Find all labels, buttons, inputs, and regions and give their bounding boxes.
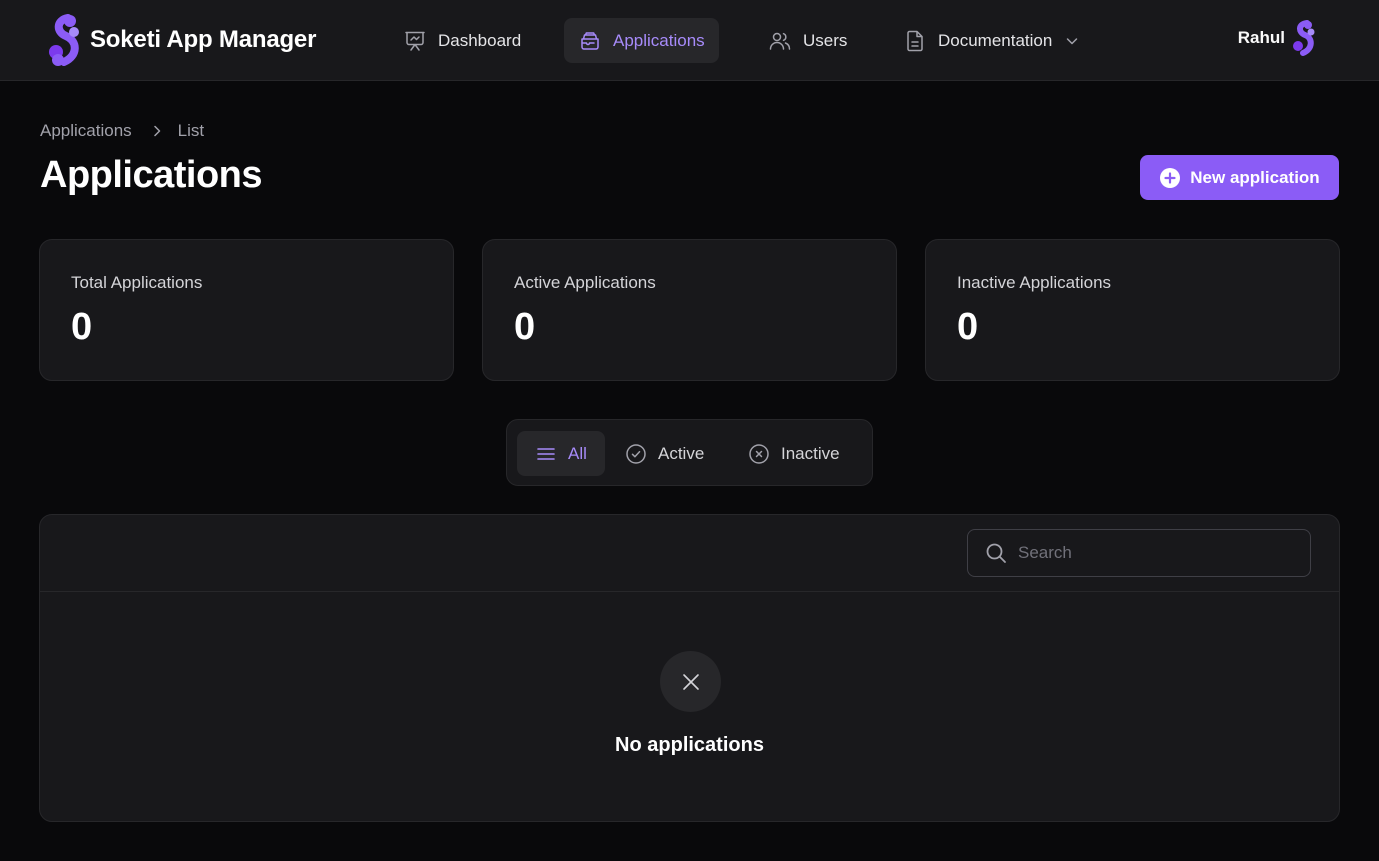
x-circle-icon	[749, 443, 769, 464]
nav-documentation-label: Documentation	[938, 30, 1053, 50]
plus-circle-icon	[1160, 167, 1181, 188]
user-menu[interactable]: Rahul	[1238, 20, 1315, 56]
search-icon	[986, 543, 1006, 563]
brand[interactable]: Soketi App Manager	[48, 14, 316, 66]
nav-applications[interactable]: Applications	[564, 18, 719, 63]
nav-documentation[interactable]: Documentation	[889, 18, 1094, 63]
nav-applications-label: Applications	[613, 30, 705, 50]
user-name: Rahul	[1237, 28, 1285, 47]
tab-active[interactable]: Active	[607, 431, 722, 476]
breadcrumb-current: List	[177, 121, 205, 140]
page-title: Applications	[40, 154, 263, 196]
breadcrumb: Applications List	[40, 121, 204, 141]
stat-card-total: Total Applications 0	[39, 239, 454, 381]
table-toolbar	[40, 515, 1339, 592]
avatar	[1293, 20, 1315, 56]
top-navbar: Soketi App Manager Dashboard Application…	[0, 0, 1379, 81]
chevron-down-icon	[1067, 37, 1078, 44]
tab-inactive-label: Inactive	[781, 443, 840, 463]
new-application-button[interactable]: New application	[1140, 155, 1339, 200]
app-name: Soketi App Manager	[90, 26, 317, 53]
tab-all-label: All	[568, 443, 587, 463]
empty-state-icon-wrap	[660, 651, 721, 712]
stat-value: 0	[71, 306, 93, 348]
users-icon	[769, 32, 791, 50]
stat-card-active: Active Applications 0	[482, 239, 897, 381]
nav-users[interactable]: Users	[754, 18, 861, 63]
check-circle-icon	[626, 443, 646, 464]
search-input[interactable]	[1018, 543, 1298, 563]
stat-value: 0	[957, 306, 979, 348]
bars-icon	[537, 447, 555, 460]
chevron-right-icon	[153, 125, 160, 137]
filter-tabs: All Active Inactive	[506, 419, 873, 486]
search-box[interactable]	[967, 529, 1311, 577]
nav-dashboard-label: Dashboard	[438, 30, 522, 50]
stat-label: Total Applications	[71, 273, 203, 292]
stat-label: Active Applications	[514, 273, 656, 292]
breadcrumb-applications-link[interactable]: Applications	[40, 121, 132, 141]
chart-presentation-icon	[405, 31, 425, 51]
tab-all[interactable]: All	[517, 431, 605, 476]
document-icon	[907, 30, 923, 51]
applications-table: No applications	[39, 514, 1340, 822]
stat-value: 0	[514, 306, 536, 348]
inbox-stack-icon	[581, 31, 599, 50]
empty-state-message: No applications	[615, 734, 764, 756]
tab-active-label: Active	[658, 443, 705, 463]
nav-users-label: Users	[803, 30, 848, 50]
close-icon	[682, 673, 699, 690]
stat-label: Inactive Applications	[957, 273, 1112, 292]
new-application-label: New application	[1190, 167, 1320, 187]
tab-inactive[interactable]: Inactive	[730, 431, 858, 476]
stat-card-inactive: Inactive Applications 0	[925, 239, 1340, 381]
nav-dashboard[interactable]: Dashboard	[389, 18, 535, 63]
soketi-logo-icon	[49, 14, 79, 66]
